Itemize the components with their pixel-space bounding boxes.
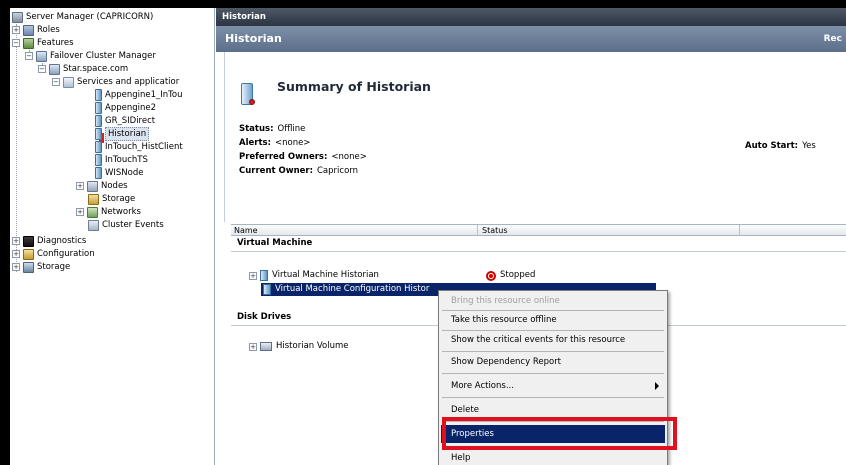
- application-icon: [95, 141, 102, 153]
- pane-titlebar: Historian: [216, 8, 846, 26]
- collapse-icon[interactable]: −: [38, 65, 46, 73]
- virtual-machine-icon: [260, 270, 268, 281]
- collapse-icon[interactable]: −: [12, 39, 20, 47]
- expand-icon[interactable]: +: [12, 250, 20, 258]
- tree-node-app[interactable]: WISNode: [95, 167, 144, 179]
- tree-node-app[interactable]: InTouch_HistClient: [95, 141, 183, 153]
- auto-start-field: Auto Start: Yes: [745, 141, 816, 151]
- summary-panel: Summary of Historian Status: Offline Aler…: [224, 52, 846, 222]
- status-cell: Stopped: [486, 269, 535, 282]
- current-owner-field: Current Owner: Capricorn: [239, 166, 359, 176]
- cluster-icon: [49, 63, 60, 75]
- auto-start-value: Yes: [802, 141, 816, 151]
- application-icon: [95, 154, 102, 166]
- tree-node-app[interactable]: Appengine2: [95, 102, 156, 114]
- column-header-status[interactable]: Status: [479, 225, 508, 236]
- tree-node-storage-root[interactable]: + Storage: [12, 261, 70, 273]
- features-icon: [23, 37, 34, 49]
- tree-node-app[interactable]: InTouchTS: [95, 154, 148, 166]
- submenu-arrow-icon: [655, 382, 659, 390]
- application-error-icon: [95, 128, 102, 140]
- group-virtual-machine: Virtual Machine: [231, 236, 846, 252]
- tree-node-storage[interactable]: Storage: [88, 193, 135, 205]
- collapse-icon[interactable]: −: [52, 78, 60, 86]
- networks-icon: [87, 206, 98, 218]
- alerts-value: <none>: [274, 138, 311, 148]
- application-icon: [95, 167, 102, 179]
- storage-icon: [88, 193, 99, 205]
- menu-item-properties[interactable]: Properties: [441, 425, 665, 443]
- tree-node-networks[interactable]: + Networks: [76, 206, 141, 218]
- context-menu: Bring this resource online Take this res…: [438, 290, 668, 465]
- page-header: Historian Rec: [216, 26, 846, 52]
- expand-icon[interactable]: +: [12, 26, 20, 34]
- table-row-vm-configuration[interactable]: Virtual Machine Configuration Histor: [263, 283, 429, 296]
- tree-node-services-applications[interactable]: − Services and applicatior: [52, 76, 179, 88]
- vm-configuration-icon: [263, 284, 271, 295]
- table-row-disk[interactable]: + Historian Volume: [249, 340, 348, 353]
- menu-item-take-offline[interactable]: Take this resource offline: [441, 311, 665, 329]
- tree-node-roles[interactable]: + Roles: [12, 24, 60, 36]
- menu-item-dependency-report[interactable]: Show Dependency Report: [441, 353, 665, 371]
- expand-icon[interactable]: +: [76, 182, 84, 190]
- diagnostics-icon: [23, 235, 34, 247]
- tree-node-diagnostics[interactable]: + Diagnostics: [12, 235, 86, 247]
- preferred-owners-value: <none>: [331, 152, 367, 162]
- tree-node-failover-cluster-manager[interactable]: − Failover Cluster Manager: [25, 50, 156, 62]
- expand-icon[interactable]: +: [249, 271, 257, 280]
- menu-item-critical-events[interactable]: Show the critical events for this resour…: [441, 331, 665, 349]
- server-manager-window: Server Manager (CAPRICORN) + Roles − Fea…: [10, 8, 846, 465]
- application-icon: [95, 115, 102, 127]
- expand-icon[interactable]: +: [12, 237, 20, 245]
- menu-item-delete[interactable]: Delete: [441, 401, 665, 419]
- summary-title: Summary of Historian: [277, 79, 431, 94]
- expand-icon[interactable]: +: [12, 263, 20, 271]
- grid-header: Name Status: [231, 224, 846, 236]
- pane-titlebar-text: Historian: [222, 12, 266, 22]
- table-row-vm[interactable]: + Virtual Machine Historian: [249, 269, 379, 282]
- tree-node-cluster[interactable]: − Star.space.com: [38, 63, 128, 75]
- column-header-name[interactable]: Name: [231, 225, 258, 236]
- application-icon: [95, 102, 102, 114]
- tree-node-app[interactable]: GR_SIDirect: [95, 115, 155, 127]
- tree-node-nodes[interactable]: + Nodes: [76, 180, 128, 192]
- services-icon: [63, 76, 74, 88]
- status-value: Offline: [277, 124, 306, 134]
- header-right-text: Rec: [823, 34, 842, 44]
- preferred-owners-field: Preferred Owners: <none>: [239, 152, 367, 162]
- expand-icon[interactable]: +: [76, 208, 84, 216]
- tree-node-cluster-events[interactable]: Cluster Events: [88, 219, 164, 231]
- menu-item-bring-online: Bring this resource online: [451, 296, 560, 306]
- page-title: Historian: [225, 32, 282, 45]
- alerts-field: Alerts: <none>: [239, 138, 311, 148]
- status-field: Status: Offline: [239, 124, 306, 134]
- configuration-icon: [23, 248, 34, 260]
- tree-node-server-manager[interactable]: Server Manager (CAPRICORN): [12, 11, 153, 23]
- tree-node-features[interactable]: − Features: [12, 37, 74, 49]
- disk-icon: [260, 342, 272, 351]
- current-owner-value: Capricorn: [317, 166, 359, 176]
- expand-icon[interactable]: +: [249, 342, 257, 351]
- tree-node-configuration[interactable]: + Configuration: [12, 248, 95, 260]
- storage-root-icon: [23, 261, 34, 273]
- menu-item-help[interactable]: Help: [441, 449, 665, 465]
- server-icon: [12, 11, 23, 23]
- roles-icon: [23, 24, 34, 36]
- tree-node-app[interactable]: Appengine1_InTou: [95, 89, 182, 101]
- menu-item-more-actions[interactable]: More Actions...: [441, 377, 665, 395]
- navigation-tree[interactable]: Server Manager (CAPRICORN) + Roles − Fea…: [10, 8, 215, 465]
- application-icon: [95, 89, 102, 101]
- nodes-icon: [87, 180, 98, 192]
- tree-node-app-historian[interactable]: Historian: [95, 127, 150, 141]
- stopped-icon: [486, 270, 496, 281]
- historian-app-icon: [238, 81, 256, 111]
- collapse-icon[interactable]: −: [25, 52, 33, 60]
- cluster-manager-icon: [36, 50, 47, 62]
- events-icon: [88, 219, 99, 231]
